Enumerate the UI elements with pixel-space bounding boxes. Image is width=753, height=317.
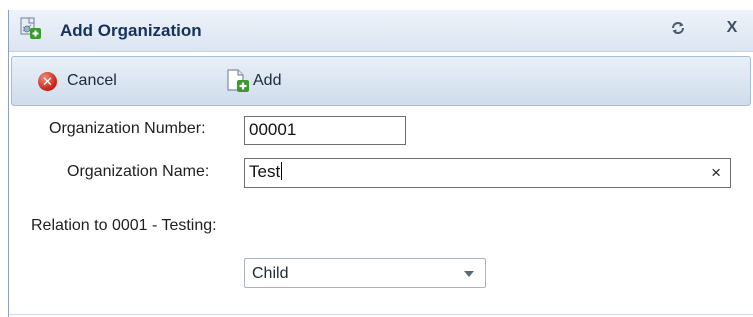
- organization-name-input[interactable]: Test ×: [244, 158, 731, 188]
- dialog-bottom-divider: [9, 314, 753, 315]
- relation-selected-value: Child: [252, 265, 289, 282]
- organization-name-value: Test: [249, 162, 281, 181]
- cancel-button[interactable]: ✕ Cancel: [38, 67, 117, 95]
- organization-number-label: Organization Number:: [49, 120, 206, 137]
- add-button[interactable]: Add: [225, 67, 281, 95]
- relation-label: Relation to 0001 - Testing:: [31, 217, 217, 234]
- refresh-icon[interactable]: [668, 18, 688, 38]
- cancel-label: Cancel: [67, 72, 117, 89]
- organization-name-label: Organization Name:: [67, 163, 210, 180]
- close-button[interactable]: X: [722, 18, 742, 38]
- organization-number-value: 00001: [249, 120, 297, 139]
- dialog-left-border: [8, 10, 9, 317]
- add-organization-icon: [20, 17, 41, 39]
- add-document-icon: [227, 69, 249, 92]
- clear-icon[interactable]: ×: [711, 164, 721, 182]
- title-bar[interactable]: Add Organization X: [9, 10, 753, 52]
- add-organization-dialog: Add Organization X ✕ Cancel Add Organiza…: [0, 0, 753, 317]
- cancel-icon: ✕: [38, 71, 57, 91]
- relation-select[interactable]: Child: [244, 258, 486, 288]
- chevron-down-icon[interactable]: [464, 271, 474, 277]
- text-caret: [281, 162, 283, 180]
- add-label: Add: [253, 72, 282, 89]
- organization-number-input[interactable]: 00001: [244, 116, 406, 145]
- toolbar: ✕ Cancel Add: [11, 56, 751, 106]
- dialog-title: Add Organization: [60, 21, 202, 40]
